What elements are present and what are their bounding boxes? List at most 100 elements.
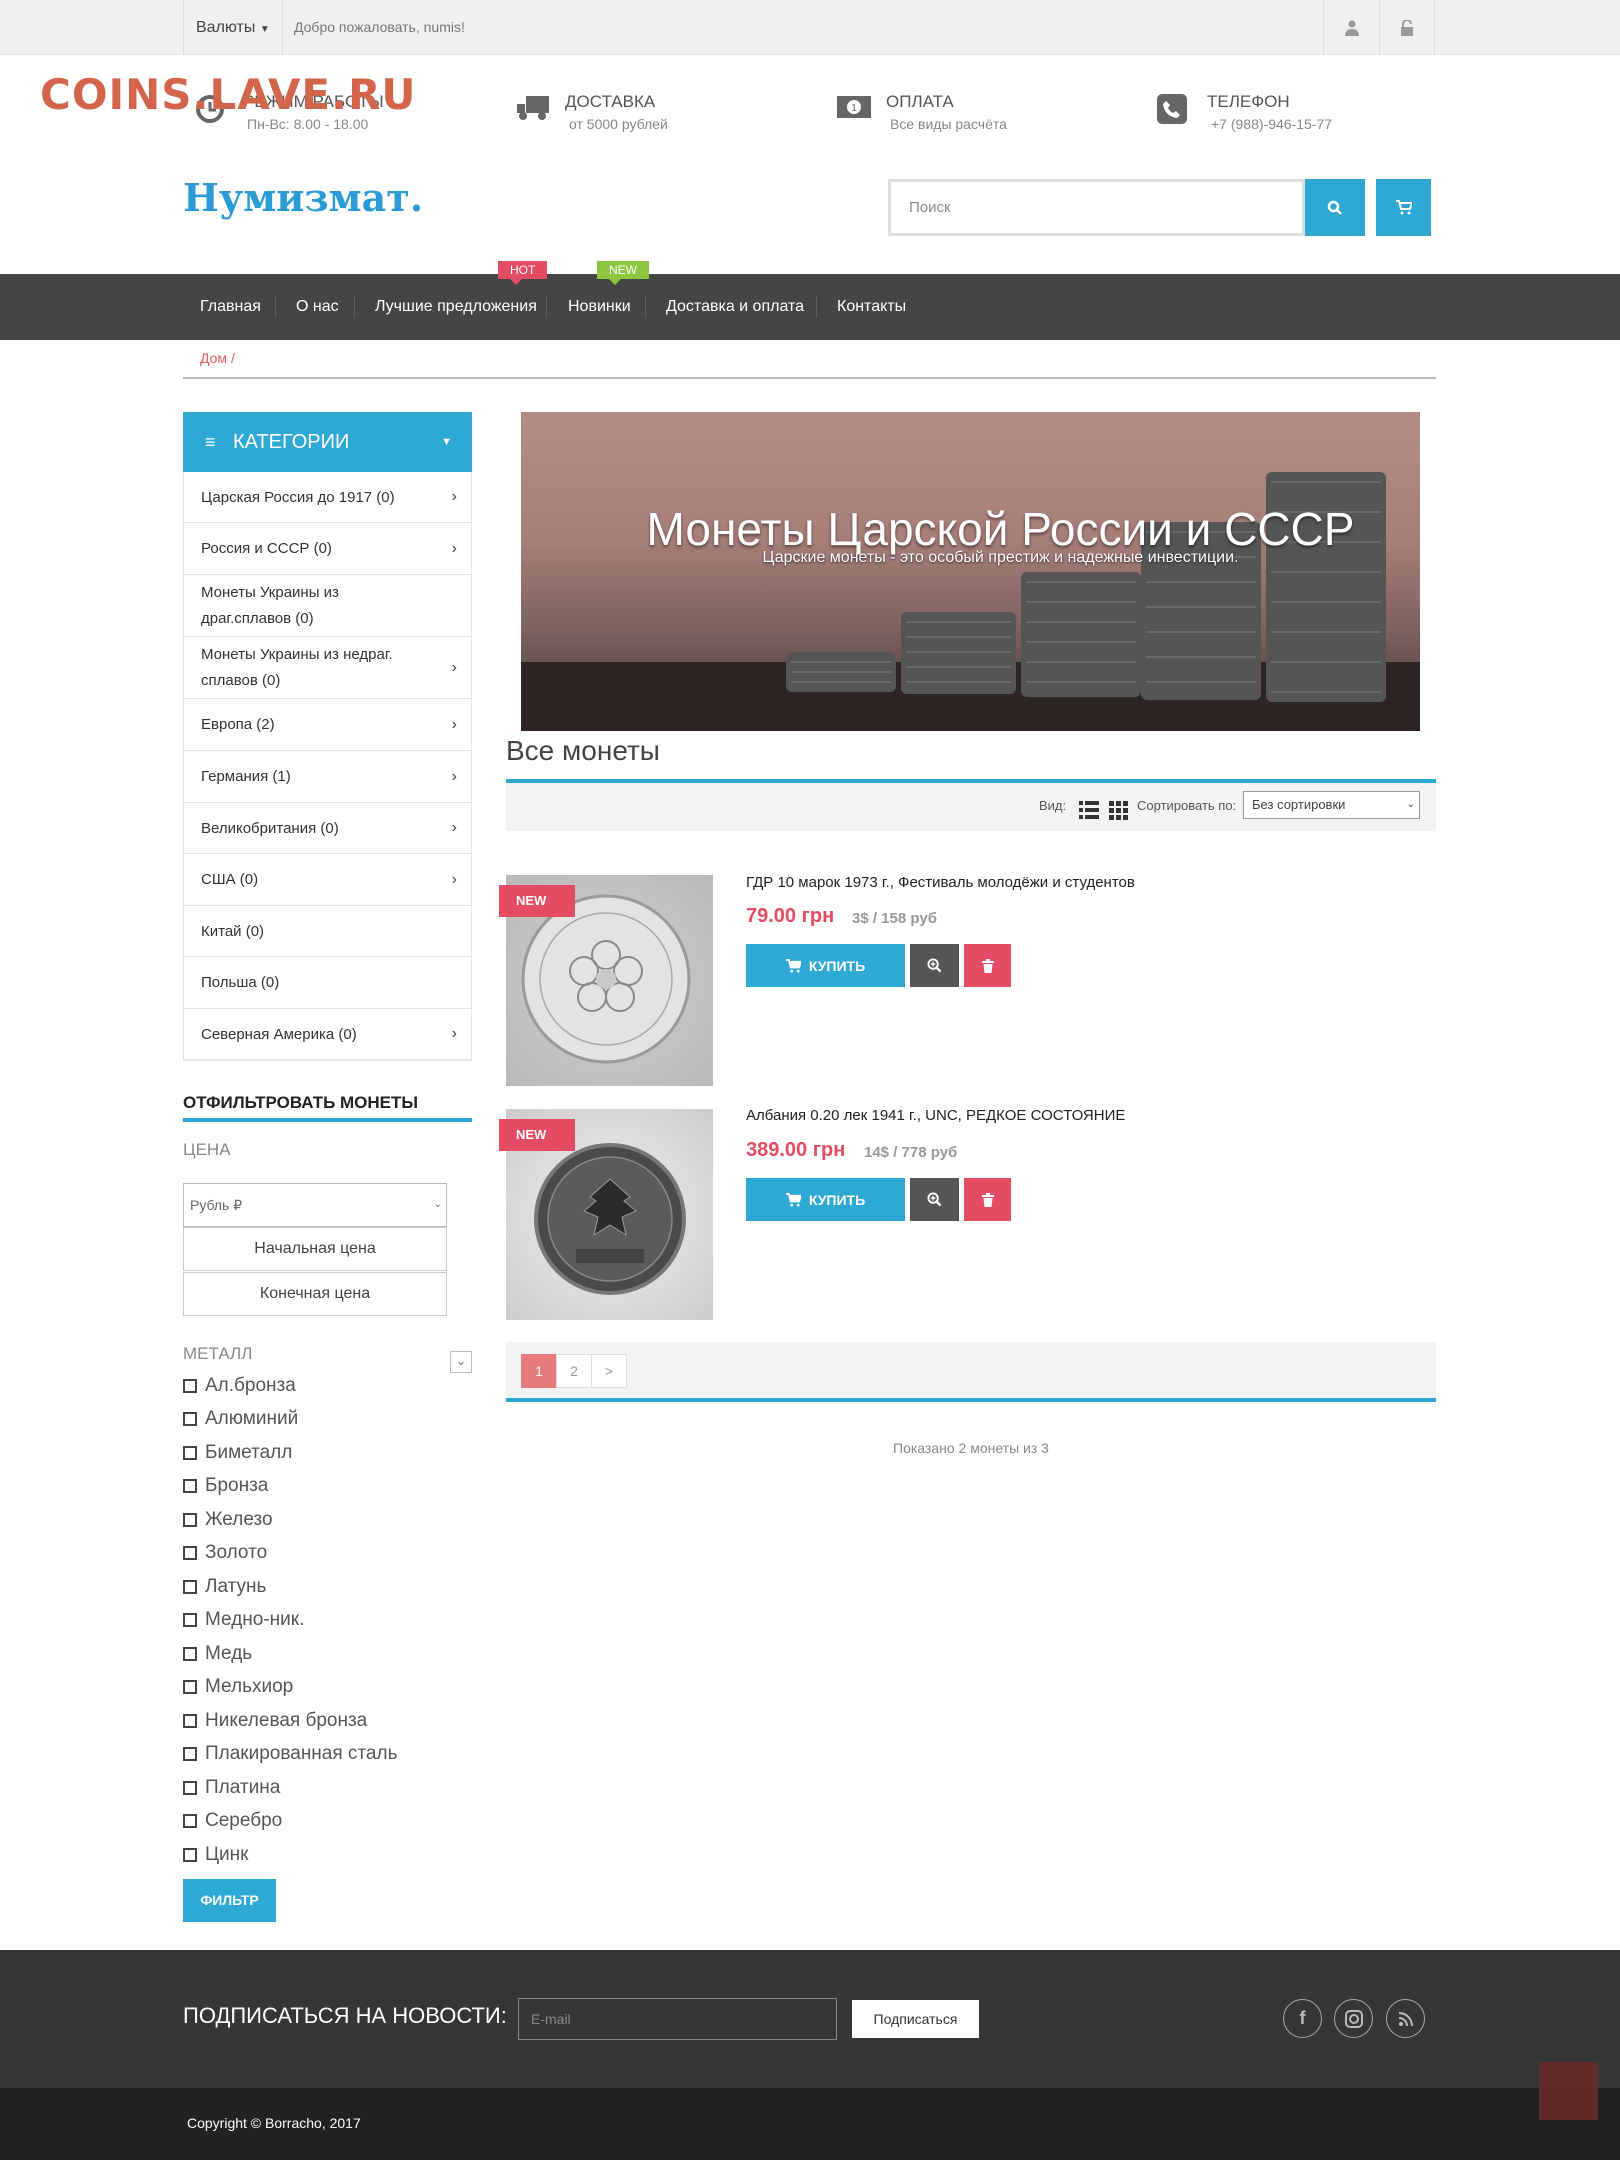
rss-button[interactable]: [1386, 1999, 1425, 2038]
category-item[interactable]: Северная Америка (0) ›: [184, 1009, 471, 1060]
grid-view-icon[interactable]: [1109, 800, 1129, 820]
trash-icon: [981, 958, 994, 973]
product-name[interactable]: ГДР 10 марок 1973 г., Фестиваль молодёжи…: [746, 874, 1135, 891]
caret-down-icon: ▼: [259, 24, 270, 35]
category-item[interactable]: Монеты Украины из недраг. сплавов (0) ›: [184, 637, 471, 699]
metal-checkbox[interactable]: Серебро: [183, 1810, 282, 1832]
buy-button[interactable]: КУПИТЬ: [746, 944, 905, 987]
metal-option-label: Цинк: [205, 1844, 249, 1865]
info-sub: +7 (988)-946-15-77: [1211, 116, 1333, 132]
page: Валюты ▼ Добро пожаловать, numis! РЕЖИМ …: [0, 0, 1620, 2160]
metal-option-label: Бронза: [205, 1475, 269, 1496]
remove-button[interactable]: [964, 1178, 1011, 1221]
search-input[interactable]: Поиск: [888, 179, 1305, 236]
metal-checkbox[interactable]: Латунь: [183, 1576, 266, 1598]
category-label: Германия (1): [201, 768, 291, 785]
breadcrumb-divider: [183, 377, 1436, 379]
category-label: США (0): [201, 871, 259, 888]
cart-icon: [1395, 200, 1412, 215]
money-icon: 1: [836, 94, 872, 125]
start-price-field[interactable]: Начальная цена: [183, 1227, 447, 1271]
metal-checkbox[interactable]: Алюминий: [183, 1408, 298, 1430]
metal-checkbox[interactable]: Мельхиор: [183, 1676, 293, 1698]
product-name[interactable]: Албания 0.20 лек 1941 г., UNC, РЕДКОЕ СО…: [746, 1107, 1125, 1124]
metal-checkbox[interactable]: Биметалл: [183, 1442, 292, 1464]
instagram-button[interactable]: [1334, 1999, 1373, 2038]
price-label: ЦЕНА: [183, 1140, 231, 1159]
metal-collapse-toggle[interactable]: ⌄: [450, 1351, 472, 1373]
categories-header[interactable]: ≡ КАТЕГОРИИ ▼: [183, 412, 472, 472]
product-price: 389.00 грн: [746, 1139, 846, 1161]
email-input[interactable]: E-mail: [518, 1998, 837, 2040]
breadcrumb[interactable]: Дом /: [200, 350, 235, 366]
metal-checkbox[interactable]: Цинк: [183, 1844, 248, 1866]
category-item[interactable]: Россия и СССР (0) ›: [184, 523, 471, 575]
buy-label: КУПИТЬ: [808, 1191, 866, 1208]
metal-checkbox[interactable]: Бронза: [183, 1475, 268, 1497]
filter-button[interactable]: ФИЛЬТР: [183, 1879, 276, 1922]
new-badge: NEW: [499, 885, 575, 917]
nav-new[interactable]: Новинки: [568, 274, 631, 340]
main-nav: Главная О нас Лучшие предложения Новинки…: [0, 274, 1620, 340]
metal-checkbox[interactable]: Медно-ник.: [183, 1609, 304, 1631]
checkbox-icon: [183, 1446, 197, 1460]
metal-checkbox[interactable]: Золото: [183, 1542, 267, 1564]
currency-select[interactable]: Рубль ₽ ⌄: [183, 1183, 447, 1227]
nav-about[interactable]: О нас: [296, 274, 339, 340]
product-alt-price: 14$ / 778 руб: [864, 1144, 958, 1161]
cart-icon: [785, 1192, 801, 1207]
end-price-field[interactable]: Конечная цена: [183, 1272, 447, 1316]
metal-option-label: Алюминий: [205, 1408, 299, 1429]
category-item[interactable]: Европа (2) ›: [184, 699, 471, 751]
checkbox-icon: [183, 1613, 197, 1627]
category-item[interactable]: Монеты Украины из драг.сплавов (0): [184, 575, 471, 637]
info-title: ДОСТАВКА: [565, 92, 656, 111]
page-2-button[interactable]: 2: [556, 1354, 592, 1388]
category-item[interactable]: Польша (0): [184, 957, 471, 1009]
metal-option-label: Медно-ник.: [205, 1609, 305, 1630]
subscribe-button[interactable]: Подписаться: [852, 2000, 979, 2038]
quick-view-button[interactable]: [910, 1178, 959, 1221]
promo-banner[interactable]: Монеты Царской России и СССР Царские мон…: [521, 412, 1420, 731]
metal-checkbox[interactable]: Медь: [183, 1643, 252, 1665]
category-label: Европа (2): [201, 716, 275, 733]
nav-delivery[interactable]: Доставка и оплата: [666, 274, 804, 340]
category-item[interactable]: Германия (1) ›: [184, 751, 471, 803]
currency-dropdown[interactable]: Валюты ▼: [183, 0, 283, 55]
truck-icon: [516, 94, 550, 127]
metal-checkbox[interactable]: Ал.бронза: [183, 1375, 296, 1397]
metal-checkbox[interactable]: Никелевая бронза: [183, 1710, 367, 1732]
category-item[interactable]: Царская Россия до 1917 (0) ›: [184, 472, 471, 523]
metal-checkbox[interactable]: Платина: [183, 1777, 280, 1799]
buy-button[interactable]: КУПИТЬ: [746, 1178, 905, 1221]
instagram-icon: [1344, 2009, 1363, 2028]
metal-checkbox[interactable]: Плакированная сталь: [183, 1743, 397, 1765]
chevron-right-icon: ›: [451, 658, 457, 676]
remove-button[interactable]: [964, 944, 1011, 987]
site-logo[interactable]: Нумизмат.: [183, 175, 423, 220]
list-view-icon[interactable]: [1079, 800, 1099, 820]
watermark: COINS.LAVE.RU: [40, 70, 417, 119]
scroll-to-top-button[interactable]: [1539, 2062, 1598, 2120]
quick-view-button[interactable]: [910, 944, 959, 987]
category-list: Царская Россия до 1917 (0) › Россия и ССС…: [183, 472, 472, 1061]
category-item[interactable]: Китай (0): [184, 906, 471, 957]
metal-option-label: Медь: [205, 1643, 253, 1664]
checkbox-icon: [183, 1747, 197, 1761]
category-item[interactable]: Великобритания (0) ›: [184, 803, 471, 854]
cart-button[interactable]: [1376, 179, 1431, 236]
category-item[interactable]: США (0) ›: [184, 854, 471, 906]
info-title: ТЕЛЕФОН: [1207, 92, 1290, 111]
nav-home[interactable]: Главная: [200, 274, 261, 340]
account-button[interactable]: [1323, 0, 1379, 55]
copyright: Copyright © Borracho, 2017: [187, 2115, 361, 2131]
login-button[interactable]: [1379, 0, 1435, 55]
page-1-button[interactable]: 1: [521, 1354, 557, 1388]
nav-contacts[interactable]: Контакты: [837, 274, 906, 340]
metal-option-label: Золото: [205, 1542, 268, 1563]
metal-checkbox[interactable]: Железо: [183, 1509, 273, 1531]
search-button[interactable]: [1305, 179, 1365, 236]
next-page-button[interactable]: >: [591, 1354, 627, 1388]
sort-select[interactable]: Без сортировки ⌄: [1243, 791, 1420, 819]
facebook-button[interactable]: f: [1283, 1999, 1322, 2038]
